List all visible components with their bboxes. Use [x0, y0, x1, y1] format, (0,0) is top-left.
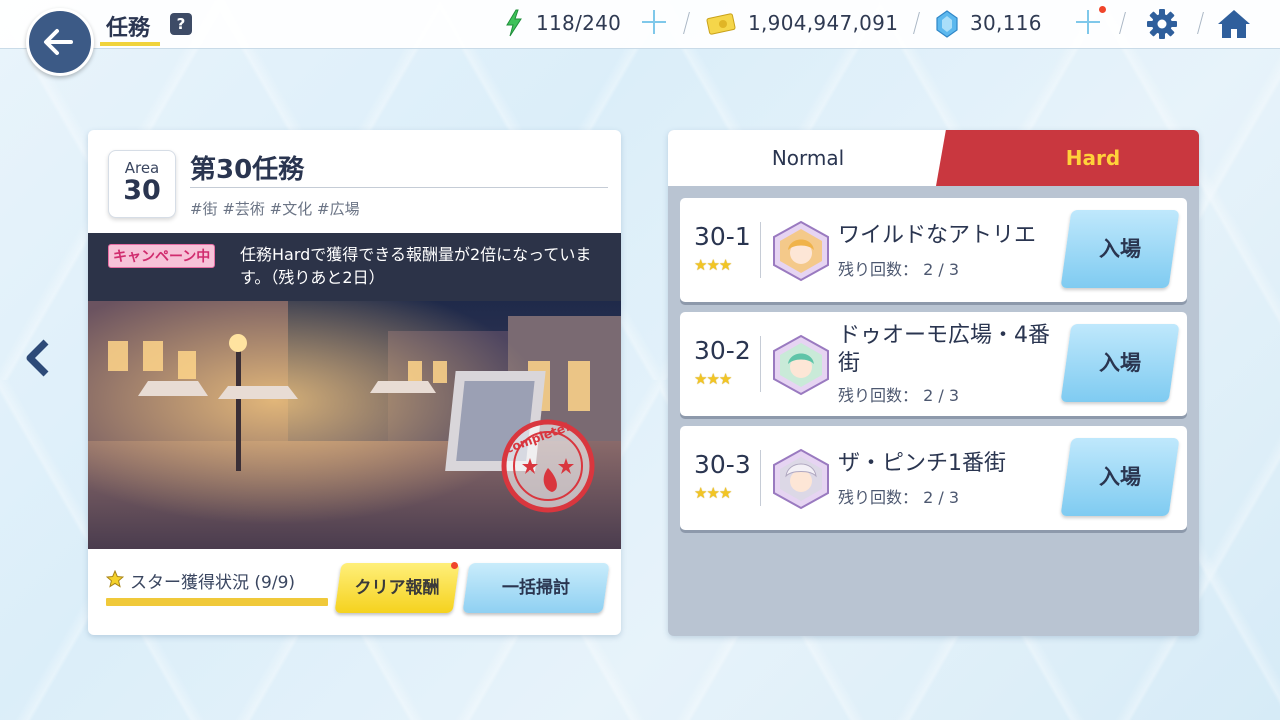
- stage-number: 30-2: [694, 336, 751, 365]
- enter-label: 入場: [1099, 465, 1141, 489]
- clear-reward-label: クリア報酬: [354, 578, 440, 598]
- separator: [913, 12, 920, 34]
- tab-normal[interactable]: Normal: [668, 130, 948, 186]
- stage-name: ドゥオーモ広場・4番街: [838, 323, 1050, 376]
- enter-label: 入場: [1099, 351, 1141, 375]
- separator: [1197, 12, 1204, 34]
- separator: [683, 12, 690, 34]
- stage-list-panel: Normal Hard 30-1 ★★★ ワイルドなアトリエ 残り回数： 2 /…: [668, 130, 1199, 636]
- divider: [760, 450, 761, 506]
- stage-name: ザ・ピンチ1番街: [838, 451, 1006, 476]
- stage-stars: ★★★: [694, 256, 732, 274]
- stage-number: 30-1: [694, 222, 751, 251]
- character-portrait-icon: [773, 448, 829, 510]
- help-icon[interactable]: ?: [170, 13, 192, 35]
- enter-button[interactable]: 入場: [1060, 324, 1180, 402]
- mission-tags: #街 #芸術 #文化 #広場: [190, 200, 360, 218]
- stamina-value: 118/240: [536, 11, 622, 35]
- stage-item: 30-3 ★★★ ザ・ピンチ1番街 残り回数： 2 / 3 入場: [680, 426, 1187, 530]
- mission-info-panel: Area 30 第30任務 #街 #芸術 #文化 #広場 キャンペーン中 任務H…: [88, 130, 621, 635]
- add-gems-button[interactable]: [1074, 8, 1102, 36]
- campaign-badge: キャンペーン中: [108, 244, 216, 268]
- star-progress-bar: [106, 598, 328, 606]
- campaign-text: 任務Hardで獲得できる報酬量が2倍になっています。（残りあと2日）: [240, 245, 592, 287]
- complete-stamp-icon: complete!: [501, 419, 595, 513]
- gems-value: 30,116: [970, 11, 1042, 35]
- character-portrait-icon: [773, 334, 829, 396]
- add-stamina-button[interactable]: [640, 8, 668, 36]
- enter-button[interactable]: 入場: [1060, 210, 1180, 288]
- stage-remaining: 残り回数： 2 / 3: [838, 386, 960, 405]
- stage-remaining: 残り回数： 2 / 3: [838, 488, 960, 507]
- top-bar: 任務 ? 118/240 1,904,947,091 30,116: [0, 0, 1280, 49]
- back-button[interactable]: [26, 8, 94, 76]
- stage-item: 30-2 ★★★ ドゥオーモ広場・4番街 残り回数： 2 / 3 入場: [680, 312, 1187, 416]
- stage-remaining: 残り回数： 2 / 3: [838, 260, 960, 279]
- sweep-all-label: 一括掃討: [502, 578, 570, 598]
- arrow-left-icon: [44, 29, 73, 55]
- page-title: 任務: [106, 16, 151, 41]
- star-icon: [106, 570, 124, 588]
- stage-item: 30-1 ★★★ ワイルドなアトリエ 残り回数： 2 / 3 入場: [680, 198, 1187, 302]
- area-badge: Area 30: [108, 150, 176, 218]
- clear-reward-button[interactable]: クリア報酬: [334, 563, 460, 613]
- gem-icon: [936, 10, 958, 38]
- money-icon: [706, 13, 736, 35]
- lightning-icon: [506, 9, 522, 37]
- stage-stars: ★★★: [694, 370, 732, 388]
- star-status: スター獲得状況 (9/9): [130, 573, 296, 593]
- gear-icon[interactable]: [1146, 8, 1178, 40]
- enter-button[interactable]: 入場: [1060, 438, 1180, 516]
- separator: [1119, 12, 1126, 34]
- character-portrait-icon: [773, 220, 829, 282]
- area-number: 30: [123, 175, 161, 206]
- home-icon[interactable]: [1216, 7, 1252, 41]
- enter-label: 入場: [1099, 237, 1141, 261]
- money-value: 1,904,947,091: [748, 11, 899, 35]
- stage-number: 30-3: [694, 450, 751, 479]
- tab-hard-label[interactable]: Hard: [998, 130, 1188, 186]
- campaign-banner: キャンペーン中 任務Hardで獲得できる報酬量が2倍になっています。（残りあと2…: [88, 233, 621, 301]
- divider: [190, 187, 608, 188]
- notification-dot: [451, 562, 458, 569]
- divider: [760, 222, 761, 278]
- title-underline: [100, 42, 160, 46]
- sweep-all-button[interactable]: 一括掃討: [462, 563, 610, 613]
- stage-stars: ★★★: [694, 484, 732, 502]
- mission-title: 第30任務: [190, 155, 305, 185]
- previous-area-arrow-icon[interactable]: [18, 336, 58, 380]
- divider: [760, 336, 761, 392]
- stage-name: ワイルドなアトリエ: [838, 223, 1037, 248]
- notification-dot: [1099, 6, 1106, 13]
